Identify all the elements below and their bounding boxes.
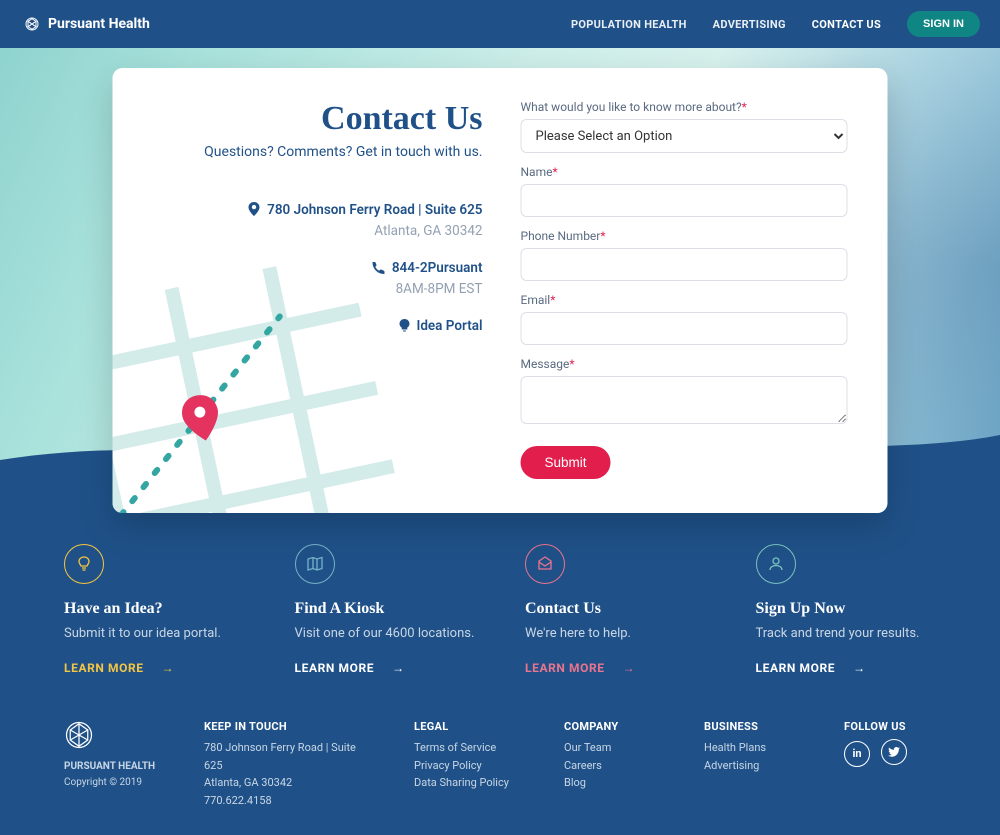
phone-icon (372, 262, 384, 274)
top-nav: POPULATION HEALTH ADVERTISING CONTACT US… (571, 11, 980, 37)
contact-card: Contact Us Questions? Comments? Get in t… (113, 68, 888, 513)
arrow-icon: → (853, 661, 866, 675)
careers-link[interactable]: Careers (564, 757, 664, 775)
terms-link[interactable]: Terms of Service (414, 739, 524, 757)
contact-phone: 844-2Pursuant (392, 260, 483, 276)
page-title: Contact Us (153, 100, 483, 138)
brand-name: Pursuant Health (48, 16, 150, 32)
feature-desc-2: We're here to help. (525, 626, 706, 641)
logo-icon (24, 16, 40, 32)
feature-title-0: Have an Idea? (64, 600, 245, 618)
feature-row: Have an Idea? Submit it to our idea port… (64, 544, 936, 676)
phone-label: Phone Number* (521, 229, 848, 243)
footer-address-2: Atlanta, GA 30342 (204, 774, 374, 792)
health-plans-link[interactable]: Health Plans (704, 739, 804, 757)
header: Pursuant Health POPULATION HEALTH ADVERT… (0, 0, 1000, 48)
sign-in-button[interactable]: SIGN IN (907, 11, 980, 37)
name-label: Name* (521, 165, 848, 179)
contact-hours: 8AM-8PM EST (153, 279, 483, 300)
pin-icon (249, 202, 260, 216)
idea-portal-link[interactable]: Idea Portal (399, 318, 482, 334)
footer-phone: 770.622.4158 (204, 792, 374, 810)
contact-form: What would you like to know more about?*… (493, 100, 848, 479)
arrow-icon: → (162, 661, 175, 675)
learn-more-0[interactable]: LEARN MORE → (64, 661, 174, 675)
footer-logo-icon (64, 720, 94, 750)
keep-in-touch-title: KEEP IN TOUCH (204, 720, 374, 733)
page-subtitle: Questions? Comments? Get in touch with u… (153, 144, 483, 160)
nav-advertising[interactable]: ADVERTISING (713, 18, 786, 31)
address-line2: Atlanta, GA 30342 (153, 221, 483, 242)
footer-links: PURSUANT HEALTH Copyright © 2019 KEEP IN… (64, 720, 936, 809)
linkedin-icon[interactable]: in (844, 741, 870, 767)
address-line1: 780 Johnson Ferry Road | Suite 625 (267, 202, 482, 218)
email-input[interactable] (521, 312, 848, 345)
arrow-icon: → (623, 661, 636, 675)
phone-input[interactable] (521, 248, 848, 281)
feature-title-3: Sign Up Now (756, 600, 937, 618)
data-sharing-link[interactable]: Data Sharing Policy (414, 774, 524, 792)
feature-title-1: Find A Kiosk (295, 600, 476, 618)
learn-more-3[interactable]: LEARN MORE → (756, 661, 866, 675)
arrow-icon: → (392, 661, 405, 675)
nav-contact[interactable]: CONTACT US (812, 18, 881, 31)
footer: Have an Idea? Submit it to our idea port… (0, 488, 1000, 835)
twitter-icon[interactable] (881, 739, 907, 765)
map-icon (295, 544, 335, 584)
topic-select[interactable]: Please Select an Option (521, 119, 848, 153)
footer-brand: PURSUANT HEALTH (64, 759, 164, 775)
email-label: Email* (521, 293, 848, 307)
privacy-link[interactable]: Privacy Policy (414, 757, 524, 775)
footer-address-1: 780 Johnson Ferry Road | Suite 625 (204, 739, 374, 774)
user-icon (756, 544, 796, 584)
brand-logo[interactable]: Pursuant Health (24, 16, 150, 32)
topic-label: What would you like to know more about?* (521, 100, 848, 114)
bulb-icon (399, 319, 409, 332)
feature-title-2: Contact Us (525, 600, 706, 618)
message-label: Message* (521, 357, 848, 371)
learn-more-2[interactable]: LEARN MORE → (525, 661, 635, 675)
feature-desc-1: Visit one of our 4600 locations. (295, 626, 476, 641)
copyright: Copyright © 2019 (64, 775, 164, 791)
hero: Contact Us Questions? Comments? Get in t… (0, 48, 1000, 488)
advertising-link[interactable]: Advertising (704, 757, 804, 775)
nav-population-health[interactable]: POPULATION HEALTH (571, 18, 687, 31)
company-title: COMPANY (564, 720, 664, 733)
feature-desc-3: Track and trend your results. (756, 626, 937, 641)
idea-icon (64, 544, 104, 584)
our-team-link[interactable]: Our Team (564, 739, 664, 757)
submit-button[interactable]: Submit (521, 446, 611, 479)
learn-more-1[interactable]: LEARN MORE → (295, 661, 405, 675)
envelope-icon (525, 544, 565, 584)
message-input[interactable] (521, 376, 848, 424)
blog-link[interactable]: Blog (564, 774, 664, 792)
business-title: BUSINESS (704, 720, 804, 733)
feature-desc-0: Submit it to our idea portal. (64, 626, 245, 641)
follow-title: FOLLOW US (844, 720, 936, 733)
name-input[interactable] (521, 184, 848, 217)
legal-title: LEGAL (414, 720, 524, 733)
contact-info: Contact Us Questions? Comments? Get in t… (153, 100, 493, 479)
